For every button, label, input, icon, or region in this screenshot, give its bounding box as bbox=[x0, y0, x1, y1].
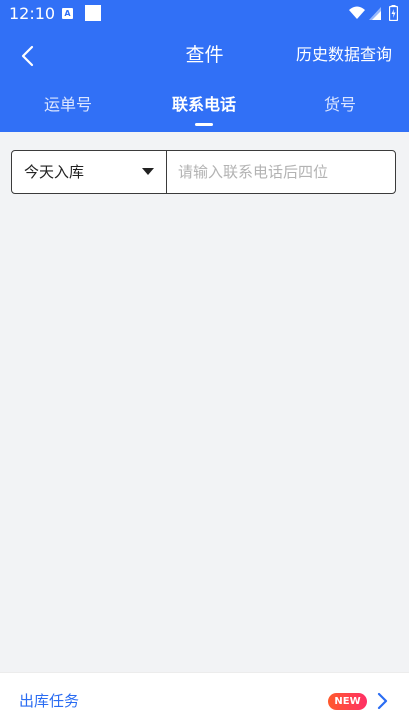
chevron-right-icon bbox=[377, 692, 388, 710]
phone-last-four-input[interactable] bbox=[168, 151, 394, 193]
outbound-task-bar[interactable]: 出库任务 NEW bbox=[0, 672, 409, 728]
chevron-left-icon bbox=[21, 45, 34, 67]
caret-down-icon bbox=[142, 168, 154, 175]
outbound-task-label: 出库任务 bbox=[19, 692, 80, 710]
battery-icon bbox=[389, 5, 398, 21]
signal-icon bbox=[369, 7, 381, 20]
tab-label: 运单号 bbox=[43, 95, 92, 114]
search-row: 今天入库 bbox=[11, 150, 396, 194]
tab-label: 货号 bbox=[323, 95, 356, 114]
tab-waybill[interactable]: 运单号 bbox=[0, 90, 136, 132]
history-query-button[interactable]: 历史数据查询 bbox=[296, 43, 392, 67]
tab-bar: 运单号 联系电话 货号 bbox=[0, 90, 409, 132]
new-badge: NEW bbox=[328, 693, 367, 710]
date-range-value: 今天入库 bbox=[24, 163, 85, 181]
date-range-select[interactable]: 今天入库 bbox=[12, 151, 167, 193]
back-button[interactable] bbox=[14, 42, 42, 70]
tab-goods-number[interactable]: 货号 bbox=[272, 90, 408, 132]
tab-label: 联系电话 bbox=[171, 95, 236, 114]
square-icon bbox=[85, 5, 101, 21]
wifi-icon bbox=[349, 6, 365, 19]
tab-contact-phone[interactable]: 联系电话 bbox=[136, 90, 272, 132]
status-bar: 12:10 A bbox=[0, 0, 409, 28]
active-tab-indicator bbox=[195, 123, 213, 126]
app-header: 查件 历史数据查询 运单号 联系电话 货号 bbox=[0, 28, 409, 132]
status-time: 12:10 bbox=[9, 4, 56, 23]
a-badge-icon: A bbox=[62, 8, 73, 19]
